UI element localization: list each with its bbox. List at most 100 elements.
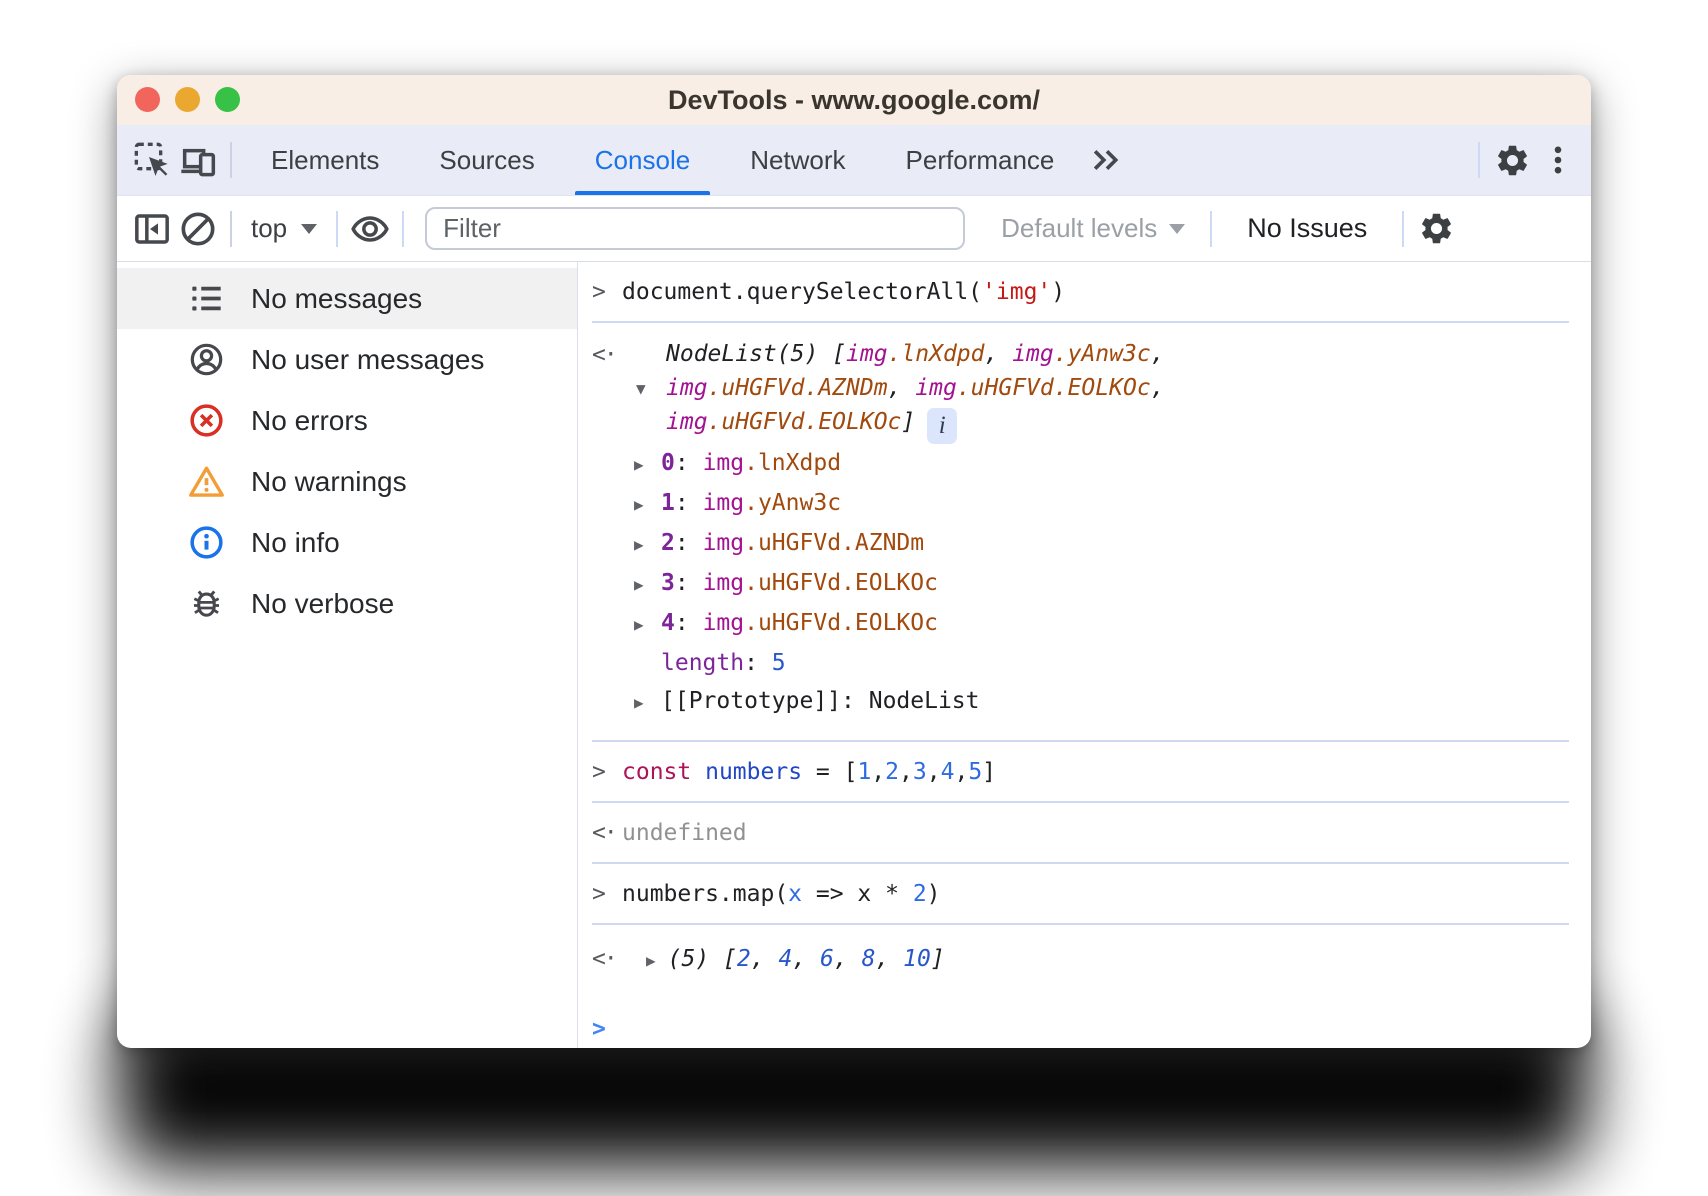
- console-token: img: [1012, 341, 1054, 367]
- sidebar-item-no-user-messages[interactable]: No user messages: [117, 329, 577, 390]
- chevron-down-icon: [301, 224, 317, 234]
- divider: [1210, 211, 1212, 247]
- console-entry-content: const numbers = [1,2,3,4,5]: [622, 754, 1569, 791]
- expand-triangle-icon[interactable]: ▶: [646, 951, 656, 970]
- console-token: 3: [913, 759, 927, 785]
- tab-network[interactable]: Network: [720, 125, 875, 195]
- console-entry: <·NodeList(5) [img.lnXdpd, img.yAnw3c,▼i…: [592, 323, 1569, 742]
- console-token: .lnXdpd: [744, 450, 841, 476]
- javascript-context-selector[interactable]: top: [241, 213, 327, 244]
- filter-input[interactable]: [425, 207, 965, 250]
- user-icon: [187, 341, 225, 379]
- property-name: 1: [661, 490, 675, 516]
- console-token: ,: [899, 759, 913, 785]
- levels-label: Default levels: [1001, 213, 1157, 244]
- expand-triangle-icon[interactable]: ▶: [634, 526, 661, 564]
- tab-label: Sources: [439, 145, 534, 176]
- tab-elements[interactable]: Elements: [241, 125, 409, 195]
- log-levels-selector[interactable]: Default levels: [1001, 213, 1185, 244]
- customize-menu-button[interactable]: [1535, 137, 1581, 183]
- divider: [230, 211, 232, 247]
- issues-counter[interactable]: No Issues: [1221, 213, 1393, 244]
- console-token: const: [622, 759, 691, 785]
- colon: :: [675, 450, 703, 476]
- sidebar-item-no-warnings[interactable]: No warnings: [117, 451, 577, 512]
- sidebar-item-label: No messages: [251, 283, 422, 315]
- console-token: = [: [802, 759, 857, 785]
- console-entry: <·undefined: [592, 803, 1569, 864]
- double-chevron-icon: [1088, 141, 1126, 179]
- console-token: ]: [931, 946, 945, 972]
- console-panel: No messages No user messages No errors No w…: [117, 262, 1591, 1048]
- screenshot-stage: DevTools - www.google.com/ ElementsSourc…: [0, 0, 1708, 1196]
- object-property-row: ▶4: img.uHGFVd.EOLKOc: [622, 604, 1569, 644]
- console-token: .uHGFVd.EOLKOc: [957, 375, 1151, 401]
- console-entry: <·▶(5) [2, 4, 6, 8, 10]: [592, 925, 1569, 997]
- expand-triangle-icon[interactable]: ▶: [634, 446, 661, 484]
- close-button[interactable]: [135, 87, 160, 112]
- console-toolbar: top Default levels No Issues: [117, 196, 1591, 262]
- colon: :: [675, 610, 703, 636]
- property-name: 0: [661, 450, 675, 476]
- sidebar-item-label: No errors: [251, 405, 368, 437]
- expand-triangle-icon[interactable]: ▶: [634, 684, 661, 722]
- console-token: 2: [913, 881, 927, 907]
- sidebar-item-label: No verbose: [251, 588, 394, 620]
- devtools-tabbar: Elements Sources ConsoleNetworkPerformance: [117, 125, 1591, 196]
- zoom-button[interactable]: [215, 87, 240, 112]
- console-entry-content: ▶(5) [2, 4, 6, 8, 10]: [622, 941, 1569, 979]
- minimize-button[interactable]: [175, 87, 200, 112]
- clear-console-button[interactable]: [175, 206, 221, 252]
- console-token: ,: [875, 946, 903, 972]
- console-log: >document.querySelectorAll('img')<·NodeL…: [578, 262, 1591, 1048]
- more-tabs-button[interactable]: [1084, 137, 1130, 183]
- property-name: 2: [661, 530, 675, 556]
- console-sidebar-toggle-button[interactable]: [129, 206, 175, 252]
- console-token: .uHGFVd.EOLKOc: [708, 409, 902, 435]
- expand-triangle-icon[interactable]: ▶: [634, 486, 661, 524]
- object-property-row: ▶2: img.uHGFVd.AZNDm: [622, 524, 1569, 564]
- sidebar-item-label: No user messages: [251, 344, 484, 376]
- console-token: ,: [751, 946, 779, 972]
- gear-icon: [1494, 142, 1531, 179]
- tab-label: Elements: [271, 145, 379, 176]
- live-expression-button[interactable]: [347, 206, 393, 252]
- console-token: 1: [857, 759, 871, 785]
- console-settings-button[interactable]: [1413, 206, 1459, 252]
- gear-icon: [1418, 210, 1455, 247]
- result-marker-icon: <·: [592, 815, 622, 852]
- device-toolbar-button[interactable]: [175, 137, 221, 183]
- info-badge-icon[interactable]: i: [927, 408, 957, 444]
- error-icon: [187, 402, 225, 440]
- console-prompt[interactable]: >: [592, 997, 1569, 1048]
- console-entry-content: NodeList(5) [img.lnXdpd, img.yAnw3c,▼img…: [622, 337, 1569, 722]
- sidebar-item-no-info[interactable]: No info: [117, 512, 577, 573]
- device-toolbar-icon: [178, 140, 218, 180]
- console-token: ,: [792, 946, 820, 972]
- console-token: 2: [885, 759, 899, 785]
- expand-triangle-icon[interactable]: ▶: [634, 566, 661, 604]
- console-entry: >document.querySelectorAll('img'): [592, 262, 1569, 323]
- sidebar-item-no-errors[interactable]: No errors: [117, 390, 577, 451]
- tab-sources[interactable]: Sources: [409, 125, 564, 195]
- console-token: 10: [903, 946, 931, 972]
- input-marker-icon: >: [592, 274, 622, 311]
- sidebar-item-no-verbose[interactable]: No verbose: [117, 573, 577, 634]
- object-property-row: ▶0: img.lnXdpd: [622, 444, 1569, 484]
- console-token: img: [915, 375, 957, 401]
- inspect-element-button[interactable]: [129, 137, 175, 183]
- console-token: 6: [820, 946, 834, 972]
- expand-triangle-icon[interactable]: ▶: [634, 606, 661, 644]
- console-token: img: [666, 375, 708, 401]
- result-marker-icon: <·: [592, 941, 622, 979]
- collapse-triangle-icon[interactable]: ▼: [636, 372, 646, 406]
- console-token: .uHGFVd.EOLKOc: [744, 570, 938, 596]
- property-name: [[Prototype]]: [661, 688, 841, 714]
- object-property-row: ▶3: img.uHGFVd.EOLKOc: [622, 564, 1569, 604]
- sidebar-item-no-messages[interactable]: No messages: [117, 268, 577, 329]
- tab-console[interactable]: Console: [565, 125, 720, 195]
- input-marker-icon: >: [592, 876, 622, 913]
- traffic-lights: [135, 87, 240, 112]
- tab-performance[interactable]: Performance: [876, 125, 1085, 195]
- settings-button[interactable]: [1489, 137, 1535, 183]
